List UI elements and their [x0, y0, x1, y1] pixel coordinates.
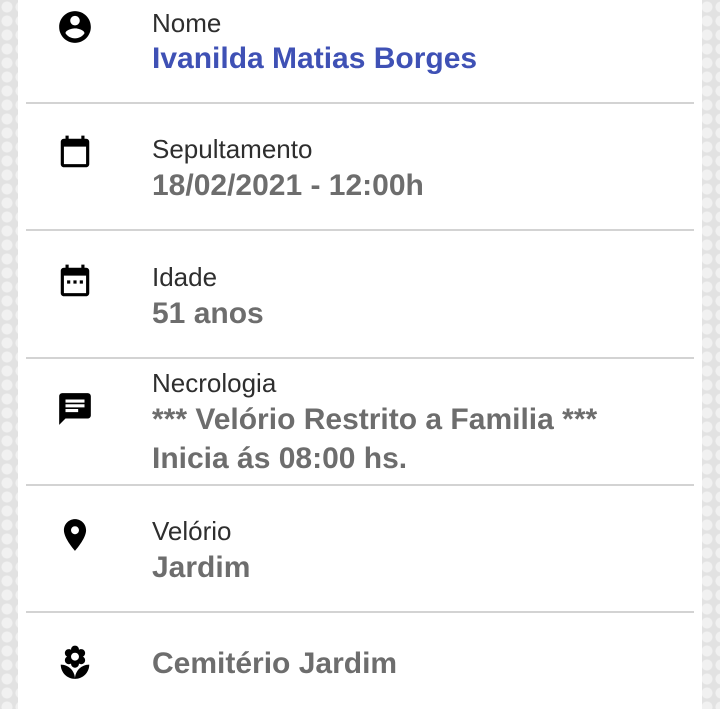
- calendar-icon: [56, 134, 94, 172]
- deceased-info-card: Nome Ivanilda Matias Borges Sepultamento…: [18, 0, 702, 709]
- necrologia-value-line2: Inicia ás 08:00 hs.: [152, 442, 408, 475]
- idade-value: 51 anos: [152, 297, 264, 330]
- flower-icon: [56, 644, 94, 682]
- divider: [26, 229, 694, 231]
- sepultamento-label: Sepultamento: [152, 134, 313, 164]
- sepultamento-value: 18/02/2021 - 12:00h: [152, 169, 424, 202]
- location-pin-icon: [56, 516, 94, 554]
- velorio-value: Jardim: [152, 551, 251, 584]
- divider: [26, 357, 694, 359]
- divider: [26, 484, 694, 486]
- nome-value: Ivanilda Matias Borges: [152, 42, 478, 75]
- necrologia-value-line1: *** Velório Restrito a Familia ***: [152, 403, 598, 436]
- message-icon: [56, 390, 94, 428]
- necrologia-label: Necrologia: [152, 368, 277, 398]
- idade-label: Idade: [152, 262, 218, 292]
- divider: [26, 611, 694, 613]
- account-circle-icon: [56, 8, 94, 46]
- nome-label: Nome: [152, 8, 222, 38]
- calendar-dots-icon: [56, 263, 94, 301]
- velorio-label: Velório: [152, 516, 232, 546]
- cemiterio-value: Cemitério Jardim: [152, 647, 398, 680]
- divider: [26, 102, 694, 104]
